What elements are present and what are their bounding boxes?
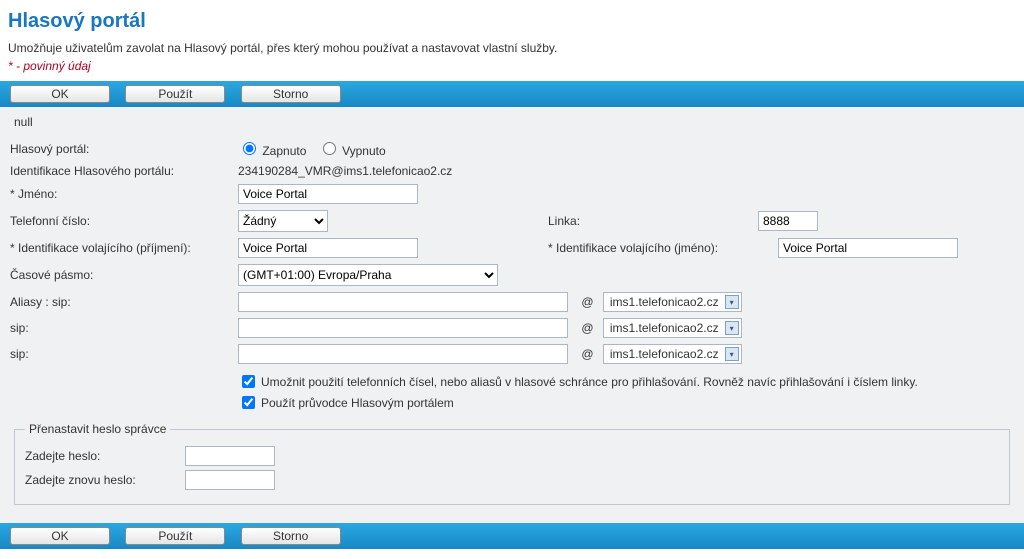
label-phone: Telefonní číslo: <box>10 214 238 228</box>
use-wizard-checkbox[interactable] <box>242 396 255 409</box>
at-sign-3: @ <box>581 347 593 361</box>
reset-password-legend: Přenastavit heslo správce <box>25 422 170 436</box>
label-aliases: Aliasy : sip: <box>10 295 238 309</box>
allow-phone-login-checkbox[interactable] <box>242 375 255 388</box>
alias2-domain-combo[interactable]: ims1.telefonicao2.cz ▾ <box>603 318 742 338</box>
alias1-input[interactable] <box>238 292 568 312</box>
bottom-button-bar: OK Použít Storno <box>0 523 1024 549</box>
reenter-pwd-input[interactable] <box>185 470 275 490</box>
label-sip2: sip: <box>10 321 238 335</box>
ok-button-bottom[interactable]: OK <box>10 527 110 545</box>
enter-pwd-input[interactable] <box>185 446 275 466</box>
top-button-bar: OK Použít Storno <box>0 81 1024 107</box>
alias1-domain-combo[interactable]: ims1.telefonicao2.cz ▾ <box>603 292 742 312</box>
reset-password-fieldset: Přenastavit heslo správce Zadejte heslo:… <box>14 422 1010 505</box>
apply-button-bottom[interactable]: Použít <box>125 527 225 545</box>
timezone-select[interactable]: (GMT+01:00) Evropa/Praha <box>238 264 498 286</box>
page-title: Hlasový portál <box>8 10 1016 33</box>
allow-phone-login-label: Umožnit použití telefonních čísel, nebo … <box>261 375 918 389</box>
value-portal-id: 234190284_VMR@ims1.telefonicao2.cz <box>238 164 452 178</box>
alias3-domain-combo[interactable]: ims1.telefonicao2.cz ▾ <box>603 344 742 364</box>
label-portal-id: Identifikace Hlasového portálu: <box>10 164 238 178</box>
radio-on-text: Zapnuto <box>262 144 306 158</box>
chevron-down-icon: ▾ <box>725 295 739 309</box>
caller-last-input[interactable] <box>238 238 418 258</box>
use-wizard-label: Použít průvodce Hlasovým portálem <box>261 396 454 410</box>
radio-off-label[interactable]: Vypnuto <box>318 144 386 158</box>
page-description: Umožňuje uživatelům zavolat na Hlasový p… <box>8 41 1016 55</box>
radio-off[interactable] <box>323 142 336 155</box>
null-text: null <box>14 115 1014 129</box>
radio-on[interactable] <box>243 142 256 155</box>
label-caller-last: * Identifikace volajícího (příjmení): <box>10 241 238 255</box>
name-input[interactable] <box>238 184 418 204</box>
alias3-domain-text: ims1.telefonicao2.cz <box>610 347 719 361</box>
chevron-down-icon: ▾ <box>725 347 739 361</box>
label-line: Linka: <box>548 214 758 228</box>
form-area: null Hlasový portál: Zapnuto Vypnuto Ide… <box>0 107 1024 523</box>
cancel-button-bottom[interactable]: Storno <box>241 527 341 545</box>
apply-button-top[interactable]: Použít <box>125 85 225 103</box>
phone-select[interactable]: Žádný <box>238 210 328 232</box>
required-note: * - povinný údaj <box>8 59 1016 73</box>
alias1-domain-text: ims1.telefonicao2.cz <box>610 295 719 309</box>
cancel-button-top[interactable]: Storno <box>241 85 341 103</box>
at-sign-2: @ <box>581 321 593 335</box>
radio-off-text: Vypnuto <box>342 144 386 158</box>
radio-on-label[interactable]: Zapnuto <box>238 144 310 158</box>
label-enter-pwd: Zadejte heslo: <box>25 449 185 463</box>
label-name: * Jméno: <box>10 187 238 201</box>
at-sign-1: @ <box>581 295 593 309</box>
label-reenter-pwd: Zadejte znovu heslo: <box>25 473 185 487</box>
caller-first-input[interactable] <box>778 238 958 258</box>
alias2-input[interactable] <box>238 318 568 338</box>
alias3-input[interactable] <box>238 344 568 364</box>
chevron-down-icon: ▾ <box>725 321 739 335</box>
ok-button-top[interactable]: OK <box>10 85 110 103</box>
label-timezone: Časové pásmo: <box>10 268 238 282</box>
line-input[interactable] <box>758 211 818 231</box>
label-sip3: sip: <box>10 347 238 361</box>
alias2-domain-text: ims1.telefonicao2.cz <box>610 321 719 335</box>
label-caller-first: * Identifikace volajícího (jméno): <box>548 241 778 255</box>
label-portal: Hlasový portál: <box>10 142 238 156</box>
